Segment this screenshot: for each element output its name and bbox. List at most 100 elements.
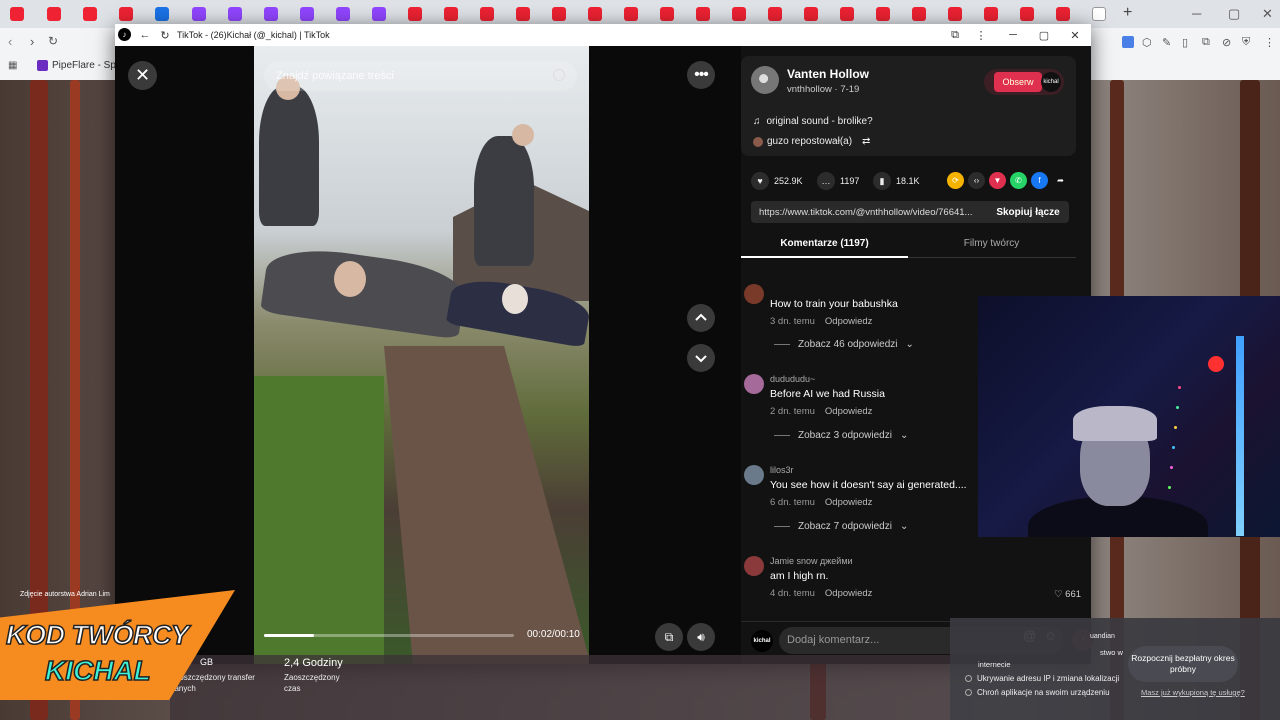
close-icon[interactable]: ✕: [1067, 27, 1083, 43]
comment-username[interactable]: Jamie snow джейми: [770, 556, 853, 566]
tab-favicon[interactable]: [444, 7, 458, 21]
author-name[interactable]: Vanten Hollow: [787, 67, 869, 81]
tab-favicon[interactable]: [1056, 7, 1070, 21]
tab-favicon[interactable]: [912, 7, 926, 21]
tab-favicon[interactable]: [768, 7, 782, 21]
tab-favicon[interactable]: [10, 7, 24, 21]
comment-avatar[interactable]: [744, 374, 764, 394]
reply-button[interactable]: Odpowiedz: [825, 316, 873, 327]
tab-favicon[interactable]: [480, 7, 494, 21]
whatsapp-icon[interactable]: ✆: [1010, 172, 1027, 189]
reply-button[interactable]: Odpowiedz: [825, 497, 873, 508]
more-options-button[interactable]: •••: [687, 61, 715, 89]
author-avatar[interactable]: [751, 66, 779, 94]
webcam-overlay: [978, 296, 1280, 537]
view-replies-button[interactable]: Zobacz 7 odpowiedzi ⌄: [774, 521, 908, 532]
extension-icon[interactable]: ⧉: [947, 27, 963, 43]
extension-icon[interactable]: [1122, 36, 1134, 48]
maximize-icon[interactable]: ▢: [1228, 6, 1240, 22]
tab-favicon[interactable]: [408, 7, 422, 21]
comment-stat[interactable]: … 1197: [817, 170, 859, 192]
tab-favicon[interactable]: [47, 7, 61, 21]
copy-link-button[interactable]: Skopiuj łącze: [987, 201, 1069, 223]
close-icon[interactable]: ✕: [1262, 6, 1273, 22]
back-icon[interactable]: ←: [137, 27, 153, 43]
video-player[interactable]: Znajdź powiązane treści 00:02/00:10: [254, 46, 589, 664]
volume-button[interactable]: 🔊︎: [687, 623, 715, 651]
tab-creator-videos[interactable]: Filmy twórcy: [908, 238, 1075, 249]
minimize-icon[interactable]: ─: [1005, 27, 1021, 43]
sidebar-icon[interactable]: ▯: [1182, 36, 1188, 49]
tab-favicon[interactable]: [588, 7, 602, 21]
view-replies-button[interactable]: Zobacz 3 odpowiedzi ⌄: [774, 430, 908, 441]
send-icon[interactable]: ▼: [989, 172, 1006, 189]
previous-video-button[interactable]: [687, 304, 715, 332]
minimize-icon[interactable]: ─: [1192, 6, 1201, 21]
new-tab-icon[interactable]: +: [1123, 4, 1132, 22]
tab-favicon[interactable]: [948, 7, 962, 21]
tab-favicon[interactable]: [228, 7, 242, 21]
reply-button[interactable]: Odpowiedz: [825, 588, 873, 599]
video-progress-bar[interactable]: [264, 634, 514, 637]
extension-icon[interactable]: ⬡: [1142, 36, 1152, 49]
tab-favicon[interactable]: [696, 7, 710, 21]
facebook-icon[interactable]: f: [1031, 172, 1048, 189]
tab-favicon[interactable]: [660, 7, 674, 21]
back-icon[interactable]: ‹: [8, 34, 12, 49]
comment-username[interactable]: dudududu~: [770, 374, 815, 384]
share-link-box[interactable]: https://www.tiktok.com/@vnthhollow/video…: [751, 201, 1069, 223]
extension-icon[interactable]: ⊘: [1222, 36, 1231, 49]
shield-icon[interactable]: ⛨: [1242, 36, 1250, 49]
like-stat[interactable]: ♥ 252.9K: [751, 170, 803, 192]
tab-favicon[interactable]: [840, 7, 854, 21]
tab-favicon[interactable]: [516, 7, 530, 21]
embed-icon[interactable]: ‹›: [968, 172, 985, 189]
reply-button[interactable]: Odpowiedz: [825, 406, 873, 417]
more-options-icon[interactable]: ⋮: [973, 27, 989, 43]
comment-username[interactable]: lilos3r: [770, 465, 794, 475]
comment-like-button[interactable]: ♡ 661: [1054, 589, 1081, 600]
pip-button[interactable]: ⧉: [655, 623, 683, 651]
tab-favicon[interactable]: [119, 7, 133, 21]
tab-favicon[interactable]: [984, 7, 998, 21]
follow-button[interactable]: Obserw kichal: [984, 69, 1064, 95]
search-icon[interactable]: [553, 69, 565, 81]
comment-avatar[interactable]: [744, 284, 764, 304]
save-stat[interactable]: ▮ 18.1K: [873, 170, 920, 192]
tab-favicon[interactable]: [624, 7, 638, 21]
view-replies-button[interactable]: Zobacz 46 odpowiedzi ⌄: [774, 339, 914, 350]
comment-avatar[interactable]: [744, 556, 764, 576]
menu-icon[interactable]: ⋮: [1264, 36, 1275, 49]
tab-favicon[interactable]: [300, 7, 314, 21]
tab-favicon[interactable]: [1092, 7, 1106, 21]
already-purchased-link[interactable]: Masz już wykupioną tę usługę?: [1141, 688, 1245, 697]
tab-favicon[interactable]: [876, 7, 890, 21]
extension-icon[interactable]: ⧉: [1202, 36, 1210, 49]
reload-icon[interactable]: ↻: [48, 34, 58, 48]
sound-link[interactable]: ♫ original sound - brolike?: [753, 116, 873, 127]
forward-icon[interactable]: ›: [30, 34, 34, 49]
maximize-icon[interactable]: ▢: [1036, 27, 1052, 43]
tab-favicon[interactable]: [83, 7, 97, 21]
tab-favicon[interactable]: [372, 7, 386, 21]
tab-favicon[interactable]: [732, 7, 746, 21]
start-trial-button[interactable]: Rozpocznij bezpłatny okres próbny: [1128, 646, 1238, 682]
repost-icon[interactable]: ⇄: [862, 136, 870, 147]
comment-avatar[interactable]: [744, 465, 764, 485]
reload-icon[interactable]: ↻: [157, 27, 173, 43]
apps-icon[interactable]: ▦: [8, 60, 17, 71]
tab-favicon[interactable]: [192, 7, 206, 21]
tab-comments[interactable]: Komentarze (1197): [741, 238, 908, 249]
share-arrow-icon[interactable]: ➦: [1052, 172, 1069, 189]
tab-favicon[interactable]: [1020, 7, 1034, 21]
next-video-button[interactable]: [687, 344, 715, 372]
related-search-input[interactable]: Znajdź powiązane treści: [264, 61, 577, 91]
tab-favicon[interactable]: [804, 7, 818, 21]
tab-favicon[interactable]: [155, 7, 169, 21]
extension-icon[interactable]: ✎: [1162, 36, 1171, 49]
tab-favicon[interactable]: [552, 7, 566, 21]
tab-favicon[interactable]: [336, 7, 350, 21]
tab-favicon[interactable]: [264, 7, 278, 21]
repost-share-icon[interactable]: ⟳: [947, 172, 964, 189]
close-video-button[interactable]: ✕: [128, 61, 157, 90]
